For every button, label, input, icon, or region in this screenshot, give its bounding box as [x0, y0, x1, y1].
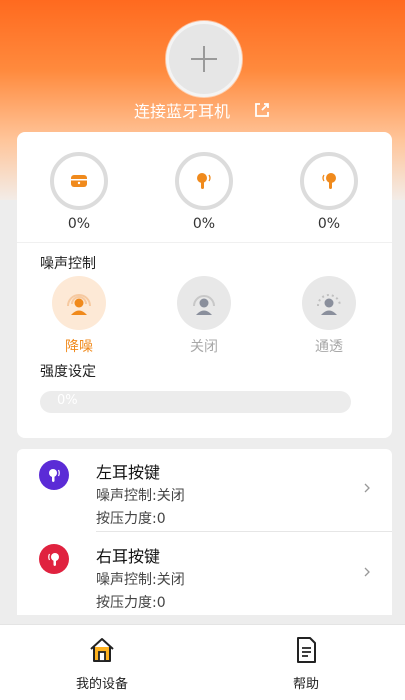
- battery-left: 0%: [174, 152, 234, 232]
- right-key-noise: 噪声控制:关闭: [96, 572, 185, 588]
- left-key-noise: 噪声控制:关闭: [96, 488, 185, 504]
- chevron-right-icon: [364, 567, 370, 577]
- row-divider: [96, 531, 392, 532]
- divider: [17, 242, 392, 243]
- key-settings-card: 左耳按键 噪声控制:关闭 按压力度:0 右耳按键 噪声控制:关闭 按压力度:0: [17, 449, 392, 615]
- tab-my-devices[interactable]: 我的设备: [62, 635, 142, 692]
- external-link-icon[interactable]: [253, 101, 271, 119]
- right-earbud-icon: [322, 173, 336, 189]
- right-key-title: 右耳按键: [96, 547, 161, 566]
- mode-circle: [302, 276, 356, 330]
- tab-label: 帮助: [292, 677, 319, 692]
- battery-right-percent: 0%: [317, 216, 341, 232]
- right-earbud-key-icon: [39, 544, 69, 574]
- person-anc-icon: [67, 294, 91, 315]
- charging-case-icon: [71, 175, 87, 187]
- chevron-right-icon: [364, 483, 370, 493]
- intensity-slider[interactable]: 0%: [40, 391, 351, 413]
- bottom-tab-bar: 我的设备 帮助: [0, 624, 405, 700]
- left-earbud-key-icon: [39, 460, 69, 490]
- tab-label: 我的设备: [75, 677, 128, 692]
- right-key-row[interactable]: 右耳按键 噪声控制:关闭 按压力度:0: [17, 533, 392, 615]
- left-key-row[interactable]: 左耳按键 噪声控制:关闭 按压力度:0: [17, 449, 392, 532]
- mode-noise-cancel[interactable]: 降噪: [49, 276, 109, 356]
- tab-help[interactable]: 帮助: [266, 635, 346, 692]
- battery-ring: [300, 152, 358, 210]
- left-key-pressure: 按压力度:0: [96, 511, 166, 527]
- connect-bluetooth-row[interactable]: 连接蓝牙耳机: [0, 98, 405, 122]
- right-key-pressure: 按压力度:0: [96, 595, 166, 611]
- mode-label: 通透: [315, 339, 343, 355]
- mode-off[interactable]: 关闭: [174, 276, 234, 356]
- connect-label: 连接蓝牙耳机: [133, 102, 230, 121]
- intensity-value: 0%: [57, 393, 78, 408]
- mode-circle: [177, 276, 231, 330]
- mode-transparency[interactable]: 通透: [299, 276, 359, 356]
- left-key-title: 左耳按键: [96, 463, 161, 482]
- battery-ring: [50, 152, 108, 210]
- home-icon: [90, 638, 114, 662]
- battery-right: 0%: [299, 152, 359, 232]
- battery-left-percent: 0%: [192, 216, 216, 232]
- noise-control-title: 噪声控制: [40, 256, 96, 272]
- person-off-icon: [193, 295, 215, 315]
- left-earbud-icon: [197, 173, 211, 189]
- intensity-title: 强度设定: [40, 364, 96, 380]
- battery-case-percent: 0%: [67, 216, 91, 232]
- plus-icon: [191, 46, 217, 72]
- battery-ring: [175, 152, 233, 210]
- mode-circle: [52, 276, 106, 330]
- mode-label: 关闭: [190, 339, 218, 355]
- document-icon: [297, 637, 316, 663]
- battery-case: 0%: [49, 152, 109, 232]
- device-status-card: 0% 0% 0% 噪声控制 降噪 关闭 通透 强度设定 0%: [17, 132, 392, 438]
- person-transparency-icon: [317, 294, 341, 315]
- mode-label: 降噪: [65, 339, 93, 355]
- add-device-button[interactable]: [166, 21, 242, 97]
